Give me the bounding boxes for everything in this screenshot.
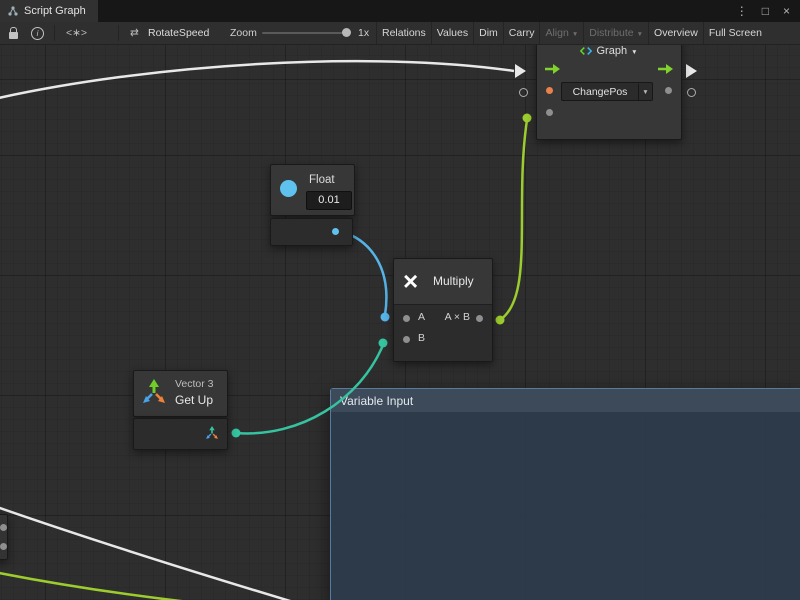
info-icon[interactable]: i [31,27,44,40]
multiply-node-title: Multiply [433,274,474,288]
chevron-down-icon: ▼ [631,49,637,56]
value-input-port-dot[interactable] [546,109,553,116]
graph-changepos-node[interactable]: Graph ▼ ChangePos ▼ [536,38,682,140]
full-screen-button[interactable]: Full Screen [703,22,767,44]
graph-toolbar: i <∗> ⇄ RotateSpeed Zoom 1x Relations Va… [0,22,800,45]
float-type-icon [280,180,297,197]
output-port-dot[interactable] [476,315,483,322]
toolbar-separator [54,25,55,41]
wire-endpoint [496,316,505,325]
tab-title: Script Graph [24,5,86,17]
relations-button[interactable]: Relations [376,22,431,44]
window-controls: ⋮ □ × [736,4,800,18]
float-node[interactable]: Float 0.01 [270,164,355,246]
zoom-slider-handle[interactable] [342,28,351,37]
wire-endpoint [379,339,388,348]
graph-node-title: Graph [596,45,627,57]
values-button[interactable]: Values [431,22,473,44]
wire-control-bottom[interactable] [0,506,300,600]
wire-arrowhead-out [686,64,697,78]
vector3-getup-node[interactable]: Vector 3 Get Up [133,370,228,448]
input-a-port-dot[interactable] [403,315,410,322]
variable-input-panel[interactable]: Variable Input [330,388,800,600]
wire-endpoint [523,114,532,123]
tab-script-graph[interactable]: Script Graph [0,0,98,22]
script-graph-icon [7,5,19,17]
carry-button[interactable]: Carry [503,22,540,44]
variable-input-header[interactable]: Variable Input [331,389,800,412]
vector3-output-port-icon[interactable] [205,426,219,440]
exec-output-arrow-icon[interactable] [657,63,674,75]
port-ring-left[interactable] [519,88,528,97]
wire-control-top[interactable] [0,61,514,99]
lock-icon[interactable] [9,32,18,39]
port-dot[interactable] [0,543,7,550]
zoom-value: 1x [358,22,369,44]
variable-input-body[interactable] [331,412,800,600]
changepos-dropdown[interactable]: ChangePos ▼ [561,82,653,101]
chevron-down-icon: ▼ [572,31,578,38]
changepos-value: ChangePos [562,86,638,98]
vector-node-title: Get Up [175,393,213,407]
tab-bar: Script Graph ⋮ □ × [0,0,800,22]
wire-multiply-to-changepos[interactable] [500,120,527,320]
input-b-label: B [418,332,425,344]
multiply-icon: × [403,268,418,294]
code-view-icon[interactable]: <∗> [66,22,87,44]
input-b-port-dot[interactable] [403,336,410,343]
float-node-title: Float [309,174,335,186]
distribute-button[interactable]: Distribute▼ [583,22,648,44]
script-graph-window: Script Graph ⋮ □ × i <∗> ⇄ RotateSpeed Z… [0,0,800,600]
wire-endpoint [232,429,241,438]
align-button[interactable]: Align▼ [539,22,583,44]
output-label: A × B [445,311,470,323]
zoom-slider[interactable] [262,32,348,34]
chevron-down-icon: ▼ [637,31,643,38]
dim-button[interactable]: Dim [473,22,503,44]
toolbar-separator [118,25,119,41]
graph-name-label: RotateSpeed [148,22,209,44]
variable-port-dot[interactable] [546,87,553,94]
graph-canvas[interactable]: Variable Input [0,44,800,600]
float-output-port-dot[interactable] [332,228,339,235]
port-ring-right[interactable] [687,88,696,97]
wire-arrowhead-in [515,64,526,78]
vector-type-label: Vector 3 [175,378,214,390]
float-value-input[interactable]: 0.01 [306,191,352,210]
overview-button[interactable]: Overview [648,22,703,44]
unit-icon: ⇄ [130,22,139,44]
panel-title: Variable Input [340,394,413,408]
toolbar-buttons: Relations Values Dim Carry Align▼ Distri… [376,22,767,44]
input-a-label: A [418,311,425,323]
multiply-node[interactable]: × Multiply A A × B B [393,258,493,362]
output-port-dot[interactable] [665,87,672,94]
vector3-icon [141,379,167,405]
graph-icon [580,45,592,57]
edge-node-fragment[interactable] [0,514,8,560]
wire-endpoint [381,313,390,322]
maximize-icon[interactable]: □ [762,4,769,18]
port-dot[interactable] [0,524,7,531]
zoom-label: Zoom [230,22,257,44]
wire-value-bottom[interactable] [0,572,216,600]
close-icon[interactable]: × [783,4,790,18]
menu-dots-icon[interactable]: ⋮ [736,4,748,18]
chevron-down-icon: ▼ [638,84,652,101]
exec-input-arrow-icon[interactable] [544,63,561,75]
